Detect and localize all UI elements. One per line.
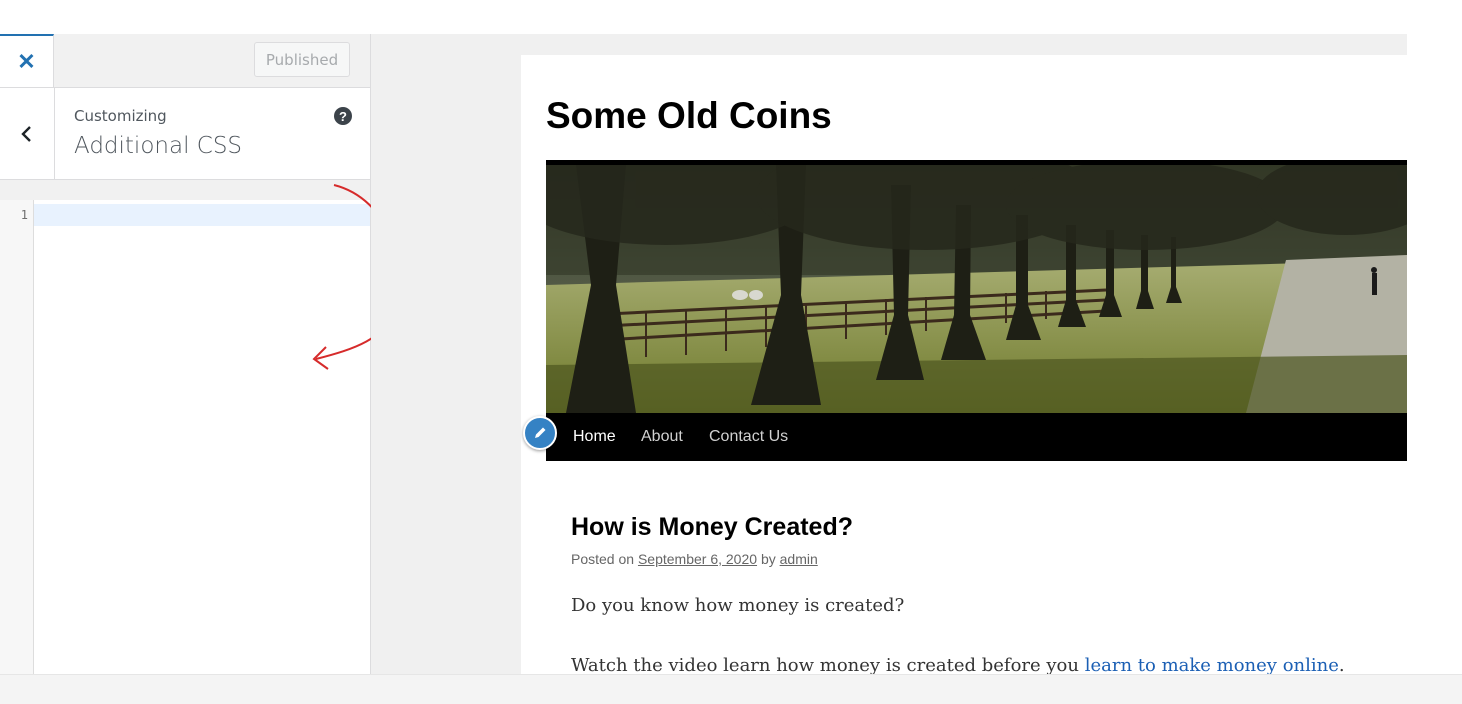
editor-gutter: 1 [0, 200, 34, 674]
tree-lined-path-image [546, 165, 1407, 413]
nav-item-contact-us[interactable]: Contact Us [709, 428, 788, 446]
money-online-link[interactable]: learn to make money online [1085, 655, 1339, 674]
customizer-panel: ✕ Published Customizing Additional CSS ?… [0, 34, 401, 674]
customizing-label: Customizing [74, 107, 167, 125]
customizer-header: ✕ Published [0, 34, 370, 88]
close-icon: ✕ [17, 48, 36, 74]
primary-navigation: Home About Contact Us [546, 413, 1407, 461]
section-header: Customizing Additional CSS ? [0, 88, 370, 180]
chevron-left-icon [21, 125, 31, 142]
publish-button[interactable]: Published [254, 42, 350, 77]
edit-menu-shortcut-button[interactable] [523, 416, 557, 450]
back-button[interactable] [0, 88, 55, 179]
site-page: Some Old Coins Home About Contact Us How… [521, 55, 1407, 674]
section-title: Additional CSS [74, 133, 243, 159]
bottom-strip [0, 674, 1462, 704]
close-customizer-button[interactable]: ✕ [0, 34, 54, 87]
post-paragraph-1: Do you know how money is created? [571, 595, 905, 616]
post-date-link[interactable]: September 6, 2020 [638, 551, 757, 567]
site-title[interactable]: Some Old Coins [546, 95, 832, 137]
pencil-icon [535, 427, 546, 438]
site-preview: Some Old Coins Home About Contact Us How… [371, 34, 1407, 674]
post-paragraph-2: Watch the video learn how money is creat… [571, 655, 1345, 674]
post-meta: Posted on September 6, 2020 by admin [571, 551, 818, 567]
nav-item-home[interactable]: Home [573, 428, 616, 446]
line-number: 1 [20, 208, 28, 222]
post-title[interactable]: How is Money Created? [571, 513, 853, 542]
help-icon[interactable]: ? [334, 107, 352, 125]
nav-item-about[interactable]: About [641, 428, 683, 446]
header-image [546, 160, 1407, 413]
post-author-link[interactable]: admin [780, 551, 818, 567]
